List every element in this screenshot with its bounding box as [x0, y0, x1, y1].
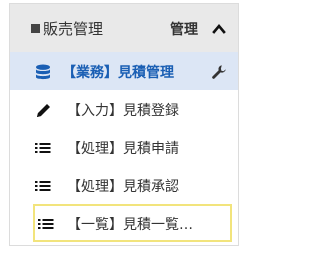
square-bullet-icon: [31, 24, 40, 33]
header-actions: 管理: [170, 19, 226, 39]
chevron-up-icon[interactable]: [212, 22, 226, 36]
panel-header[interactable]: 販売管理 管理: [10, 4, 238, 52]
wrench-icon[interactable]: [211, 64, 227, 80]
menu-item-quote-application[interactable]: 【処理】見積申請: [10, 128, 238, 166]
menu-item-label: 【処理】見積承認: [67, 179, 179, 195]
list-icon: [38, 219, 54, 229]
menu-item-label: 【処理】見積申請: [67, 141, 179, 157]
menu-item-quote-management[interactable]: 【業務】見積管理: [10, 52, 238, 90]
header-title: 販売管理: [31, 18, 103, 39]
pencil-icon: [37, 104, 50, 117]
menu-item-label: 【業務】見積管理: [62, 65, 174, 81]
header-title-text: 販売管理: [43, 20, 104, 38]
list-icon: [35, 143, 51, 153]
menu-item-quote-approval[interactable]: 【処理】見積承認: [10, 166, 238, 204]
list-icon: [35, 181, 51, 191]
menu-item-label: 【入力】見積登録: [67, 103, 179, 119]
database-icon: [36, 64, 50, 80]
menu-item-quote-entry[interactable]: 【入力】見積登録: [10, 90, 238, 128]
manage-label[interactable]: 管理: [170, 19, 198, 39]
menu-item-label: 【一覧】見積一覧…: [67, 217, 193, 233]
sales-management-panel: 販売管理 管理 【業務】見積管理 【入力】見積登録 【処理】見積申請 【処理】見…: [9, 3, 239, 246]
menu-item-quote-list[interactable]: 【一覧】見積一覧…: [33, 204, 232, 242]
